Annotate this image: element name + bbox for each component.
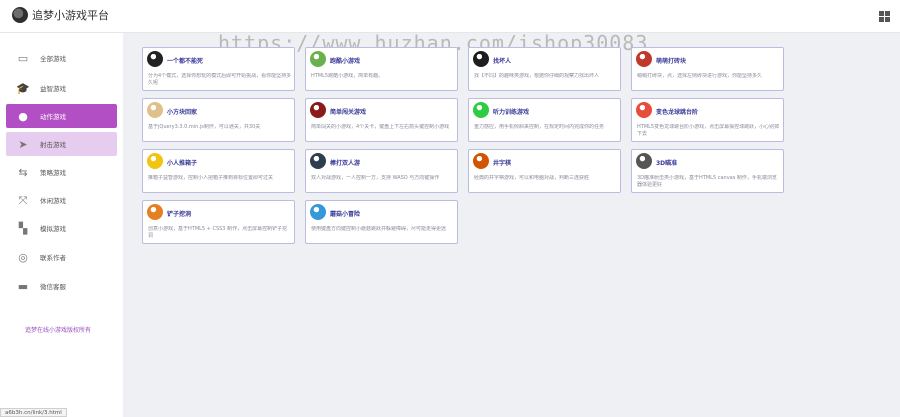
game-description: HTML5跑酷小游戏，简单有趣。 [311, 73, 384, 79]
alien-icon: ● [18, 109, 28, 123]
game-title[interactable]: 变色龙球跳台阶 [656, 107, 698, 116]
user-icon: ◎ [18, 250, 28, 264]
badguy-icon [473, 51, 489, 67]
game-description: 创意小游戏，基于HTML5 + CSS3 制作，点击屏幕控制铲子挖洞 [148, 226, 288, 239]
game-card[interactable]: 跑酷小游戏 HTML5跑酷小游戏，简单有趣。 [305, 47, 458, 91]
sidebar-item-label: 策略游戏 [40, 169, 66, 177]
swap-icon: ⇆ [18, 165, 28, 179]
runner-icon [310, 51, 326, 67]
game-card[interactable]: 棒打双人游双人对战游戏，一人控制一方，支持 WASD 与方向键操作 [305, 149, 458, 193]
brick-icon [636, 51, 652, 67]
game-title[interactable]: 铲子挖洞 [167, 209, 191, 218]
game-description: 使用键盘方向键控制小蘑菇跳跃并躲避障碍，尽可能走得更远 [311, 226, 447, 232]
sidebar-item-8[interactable]: ◎ 联系作者 [6, 245, 117, 269]
sidebar-item-1[interactable]: ▭ 全部游戏 [6, 46, 117, 70]
game-title[interactable]: 小方块回家 [167, 107, 197, 116]
game-card[interactable]: 一个都不能死分为4个模式，选择你想玩的模式后即可开始挑战，看你能坚持多久呢 [142, 47, 295, 91]
game-title[interactable]: 一个都不能死 [167, 56, 203, 65]
grid-icon [473, 153, 489, 169]
game-title[interactable]: 简单闯关游戏 [330, 107, 366, 116]
game-title[interactable]: 井字棋 [493, 158, 511, 167]
app-logo[interactable]: 追梦小游戏平台 [12, 7, 109, 23]
sidebar-item-label: 联系作者 [40, 254, 66, 262]
sidebar-item-label: 模拟游戏 [40, 225, 66, 233]
game-card[interactable]: 变色龙球跳台阶 HTML5变色龙球跳台阶小游戏，点击屏幕操控球跳跃，小心别掉下去 [631, 98, 784, 142]
game-description: 双人对战游戏，一人控制一方，支持 WASD 与方向键操作 [311, 175, 440, 181]
stickman-icon [147, 51, 163, 67]
sidebar-item-7[interactable]: ▚ 模拟游戏 [6, 216, 117, 240]
game-title[interactable]: 找坏人 [493, 56, 511, 65]
ear-icon [473, 102, 489, 118]
game-description: 3D瞄准射击类小游戏，基于HTML5 canvas 制作，手机端浏览器体验更好 [637, 175, 777, 188]
sidebar-item-label: 动作游戏 [40, 113, 66, 121]
game-card[interactable]: 小人推箱子推箱子益智游戏，控制小人把箱子推到目标位置即可过关 [142, 149, 295, 193]
game-card[interactable]: 找坏人找【不同】的趣味类游戏，根据你仔细的观察力找出坏人 [468, 47, 621, 91]
game-card[interactable]: 听力训练游戏重力感应，用手机倾斜来控制，在规定时间内完成你的任务 [468, 98, 621, 142]
game-title[interactable]: 听力训练游戏 [493, 107, 529, 116]
sidebar-item-5[interactable]: ⇆ 策略游戏 [6, 160, 117, 184]
sidebar-item-4[interactable]: ➤ 射击游戏 [6, 132, 117, 156]
sidebar: 追梦在线小游戏版权所有 ▭ 全部游戏 🎓 益智游戏 ● 动作游戏 ➤ 射击游戏 ⇆ 策略游戏 ⤧ 休闲… [0, 33, 123, 417]
game-title[interactable]: 小人推箱子 [167, 158, 197, 167]
logo-icon [12, 7, 28, 23]
cube-icon [147, 102, 163, 118]
game-card[interactable]: 铲子挖洞创意小游戏，基于HTML5 + CSS3 制作，点击屏幕控制铲子挖洞 [142, 200, 295, 244]
game-title[interactable]: 萌萌打砖块 [656, 56, 686, 65]
game-description: 萌萌打砖块，点，选择左侧砖块进行游戏，你能坚持多久 [637, 73, 763, 79]
sidebar-item-label: 微信客服 [40, 283, 66, 291]
bat-icon [310, 153, 326, 169]
sidebar-item-label: 射击游戏 [40, 141, 66, 149]
game-card[interactable]: 萌萌打砖块萌萌打砖块，点，选择左侧砖块进行游戏，你能坚持多久 [631, 47, 784, 91]
ball-icon [636, 102, 652, 118]
game-title[interactable]: 3D瞄准 [656, 158, 677, 167]
sidebar-item-9[interactable]: ▬ 微信客服 [6, 274, 117, 298]
game-title[interactable]: 跑酷小游戏 [330, 56, 360, 65]
windows-icon[interactable] [879, 11, 890, 22]
game-description: 经典的井字棋游戏，可以和电脑对战，判断三连获胜 [474, 175, 590, 181]
game-title[interactable]: 棒打双人游 [330, 158, 360, 167]
game-description: 重力感应，用手机倾斜来控制，在规定时间内完成你的任务 [474, 124, 605, 130]
mushroom-icon [310, 204, 326, 220]
top-bar: 追梦小游戏平台 [0, 0, 900, 33]
sidebar-item-label: 休闲游戏 [40, 197, 66, 205]
game-card[interactable]: 简单闯关游戏简单闯关的小游戏，4个关卡，键盘上下左右箭头键控制小游戏 [305, 98, 458, 142]
shovel-icon [147, 204, 163, 220]
game-card[interactable]: 井字棋经典的井字棋游戏，可以和电脑对战，判断三连获胜 [468, 149, 621, 193]
game-description: 基于jQuery3.3.0.min.js制作，可以通关，共30关 [148, 124, 261, 130]
game-card[interactable]: 小方块回家基于jQuery3.3.0.min.js制作，可以通关，共30关 [142, 98, 295, 142]
chat-bubble-icon: ▭ [17, 51, 29, 65]
keyboard-icon: ▬ [17, 279, 29, 293]
game-description: 分为4个模式，选择你想玩的模式后即可开始挑战，看你能坚持多久呢 [148, 73, 292, 86]
target-icon [636, 153, 652, 169]
game-description: 找【不同】的趣味类游戏，根据你仔细的观察力找出坏人 [474, 73, 600, 79]
graduation-cap-icon: 🎓 [16, 81, 30, 95]
sidebar-item-6[interactable]: ⤧ 休闲游戏 [6, 188, 117, 212]
app-title: 追梦小游戏平台 [32, 9, 109, 22]
sidebar-footer[interactable]: 追梦在线小游戏版权所有 [25, 325, 91, 334]
game-card[interactable]: 3D瞄准 3D瞄准射击类小游戏，基于HTML5 canvas 制作，手机端浏览器体… [631, 149, 784, 193]
status-bar-url: a6b3h.cn/link/3.html [0, 408, 67, 417]
stage-icon [310, 102, 326, 118]
blocks-icon: ▚ [18, 221, 28, 235]
game-description: 简单闯关的小游戏，4个关卡，键盘上下左右箭头键控制小游戏 [311, 124, 450, 130]
game-card[interactable]: 蘑菇小冒险使用键盘方向键控制小蘑菇跳跃并躲避障碍，尽可能走得更远 [305, 200, 458, 244]
game-title[interactable]: 蘑菇小冒险 [330, 209, 360, 218]
game-description: 推箱子益智游戏，控制小人把箱子推到目标位置即可过关 [148, 175, 274, 181]
game-description: HTML5变色龙球跳台阶小游戏，点击屏幕操控球跳跃，小心别掉下去 [637, 124, 780, 137]
sidebar-item-label: 全部游戏 [40, 55, 66, 63]
rocket-icon: ➤ [18, 137, 28, 151]
sidebar-item-3[interactable]: ● 动作游戏 [6, 104, 117, 128]
cross-icon: ⤧ [18, 193, 28, 207]
worker-icon [147, 153, 163, 169]
sidebar-item-2[interactable]: 🎓 益智游戏 [6, 76, 117, 100]
sidebar-item-label: 益智游戏 [40, 85, 66, 93]
